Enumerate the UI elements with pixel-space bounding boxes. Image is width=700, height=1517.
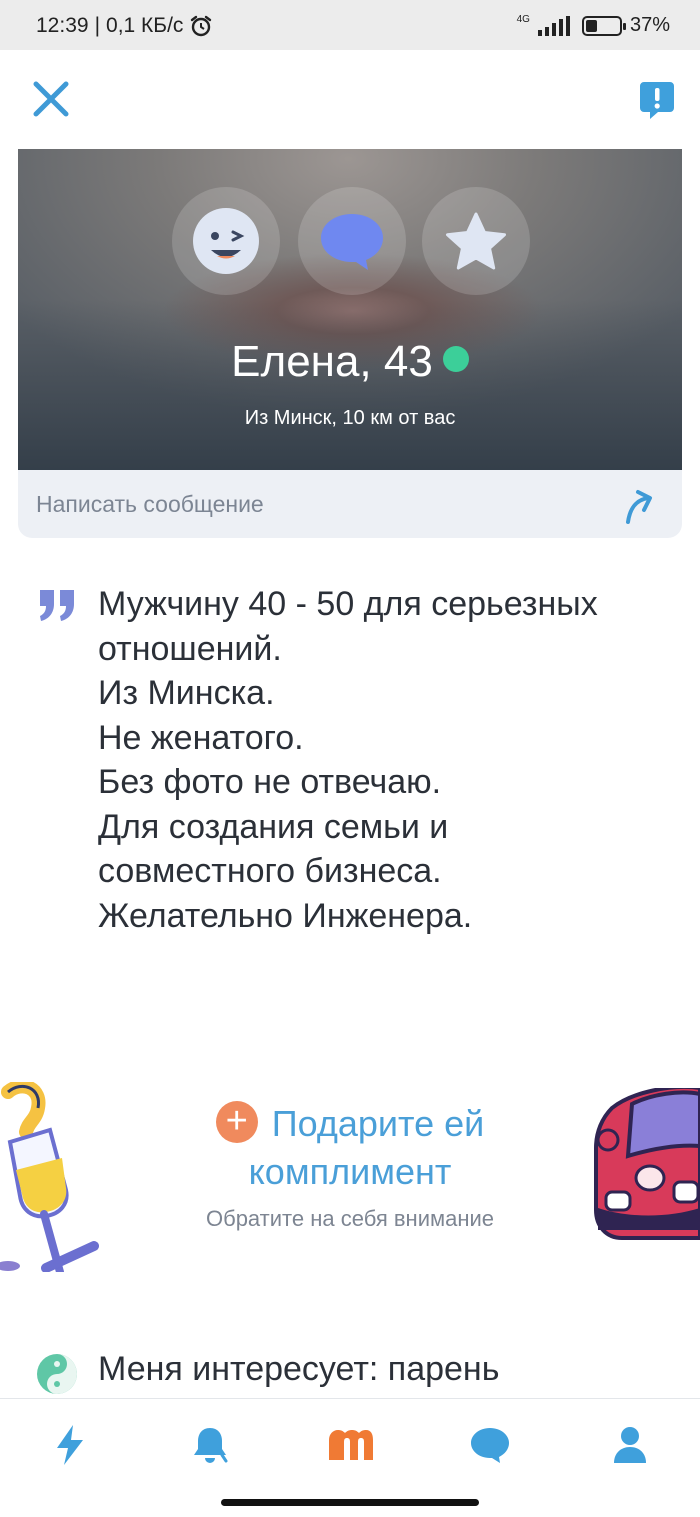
nav-notifications[interactable] — [182, 1419, 238, 1471]
star-icon — [446, 212, 506, 270]
bio-line: Не женатого. — [98, 718, 304, 757]
nav-mamba-home[interactable] — [322, 1419, 378, 1471]
status-network-speed: 0,1 КБ/с — [106, 14, 184, 37]
nav-messages[interactable] — [462, 1419, 518, 1471]
status-left: 12:39 | 0,1 КБ/с — [36, 14, 213, 38]
wink-emoji-icon — [193, 208, 259, 274]
battery-percent: 37% — [629, 14, 670, 36]
bio-line: Без фото не отвечаю. — [98, 763, 442, 801]
battery-fill — [585, 19, 598, 32]
compliment-title-line2: комплимент — [248, 1151, 452, 1193]
bio-line: Желательно Инженера. — [98, 896, 473, 935]
yin-yang-icon — [37, 1354, 77, 1394]
status-time: 12:39 — [36, 14, 89, 37]
compliment-title-row: + Подарите ей — [170, 1101, 530, 1147]
battery-icon — [581, 15, 626, 36]
chat-bubble-icon — [321, 214, 383, 270]
home-indicator — [221, 1499, 479, 1506]
profile-bio: Мужчину 40 - 50 для серьезных отношений.… — [98, 582, 678, 938]
nav-encounters[interactable] — [42, 1419, 98, 1471]
status-separator: | — [94, 14, 101, 37]
compliment-title-line1: Подарите ей — [271, 1103, 485, 1144]
champagne-glass-illustration — [0, 1082, 99, 1272]
gift-compliment-button[interactable]: + Подарите ей комплимент — [170, 1101, 530, 1193]
bio-line: Мужчину 40 - 50 для серьезных — [98, 585, 598, 623]
bio-line: совместного бизнеса. — [98, 852, 442, 890]
lightning-icon — [57, 1425, 83, 1465]
message-placeholder: Написать сообщение — [36, 491, 264, 517]
profile-location: Из Минск, 10 км от вас — [244, 407, 456, 429]
bio-line: Из Минска. — [98, 674, 275, 712]
red-car-illustration — [594, 1088, 700, 1240]
chat-icon — [471, 1428, 509, 1463]
mamba-logo-icon — [329, 1430, 373, 1460]
bio-line: отношений. — [98, 629, 282, 668]
signal-4g-icon: 4G — [516, 14, 530, 25]
profile-photo[interactable]: Елена, 43 Из Минск, 10 км от вас — [18, 149, 682, 470]
message-input[interactable]: Написать сообщение — [18, 470, 682, 538]
compliment-subtitle: Обратите на себя внимание — [205, 1206, 495, 1231]
profile-name-row: Елена, 43 — [18, 337, 682, 387]
send-arrow-icon[interactable] — [622, 482, 666, 526]
status-bar: 12:39 | 0,1 КБ/с 4G 37% — [0, 0, 700, 50]
profile-name-age: Елена, 43 — [231, 337, 433, 386]
favorite-reaction-button[interactable] — [422, 187, 530, 295]
status-right: 4G 37% — [517, 14, 670, 37]
quote-icon — [40, 590, 74, 621]
nav-profile[interactable] — [602, 1419, 658, 1471]
signal-bars-icon — [537, 15, 570, 36]
close-icon[interactable] — [30, 78, 72, 120]
bio-line: Для создания семьи и — [98, 807, 449, 846]
alarm-icon — [191, 15, 212, 37]
bell-icon — [194, 1428, 228, 1463]
interest-text: Меня интересует: парень — [98, 1350, 500, 1388]
report-icon[interactable] — [638, 80, 676, 120]
profile-icon — [614, 1427, 646, 1463]
plus-icon: + — [215, 1101, 258, 1144]
message-reaction-button[interactable] — [298, 187, 406, 295]
wink-reaction-button[interactable] — [172, 187, 280, 295]
online-status-dot — [442, 346, 469, 372]
